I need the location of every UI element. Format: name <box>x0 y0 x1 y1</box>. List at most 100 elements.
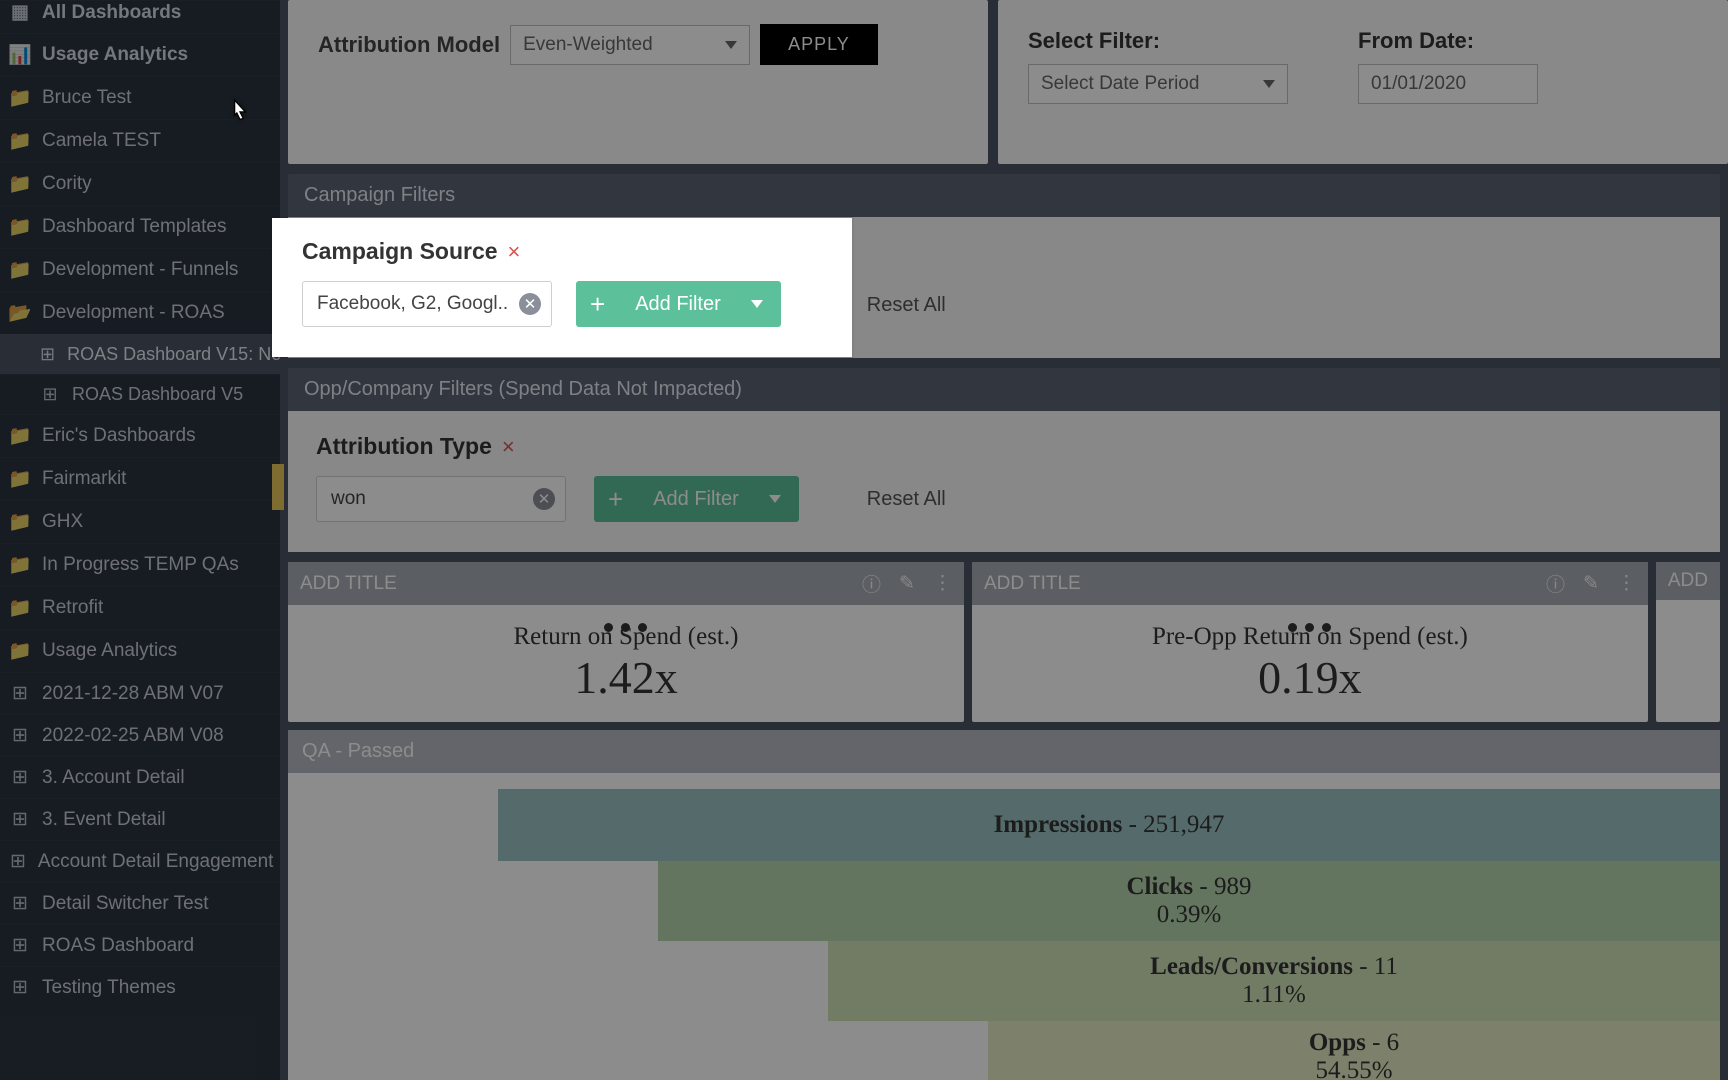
funnel-card: QA - Passed Impressions - 251,947 Clicks… <box>288 730 1720 1080</box>
date-period-value: Select Date Period <box>1041 73 1199 95</box>
sidebar-item-label: Eric's Dashboards <box>42 425 196 447</box>
chart-icon: 📊 <box>10 43 30 67</box>
sidebar-folder-in-progress-temp-qas[interactable]: 📁 In Progress TEMP QAs <box>0 543 280 586</box>
funnel-value: 6 <box>1387 1029 1400 1056</box>
opp-filters-body: Attribution Type × won ✕ + Add Filter Re… <box>288 411 1720 552</box>
sidebar-item-label: 2021-12-28 ABM V07 <box>42 683 224 705</box>
info-icon[interactable]: ⓘ <box>1546 570 1565 597</box>
loading-indicator <box>604 623 647 632</box>
chevron-down-icon <box>1263 80 1275 88</box>
kpi-value: 0.19x <box>1258 651 1362 704</box>
remove-filter-button[interactable]: × <box>508 239 521 265</box>
sidebar-folder-development-funnels[interactable]: 📁 Development - Funnels <box>0 248 280 291</box>
chevron-down-icon <box>751 300 763 308</box>
plus-icon: + <box>608 484 623 515</box>
funnel-body: Impressions - 251,947 Clicks - 989 0.39%… <box>288 773 1720 1080</box>
dashboard-icon: ⊞ <box>40 384 60 405</box>
sidebar-item-roas-v15[interactable]: ⊞ ROAS Dashboard V15: Ne... <box>0 334 280 374</box>
kpi-title[interactable]: ADD TITLE <box>984 573 1081 595</box>
select-filter-label: Select Filter: <box>1028 28 1288 54</box>
sidebar-item-label: ROAS Dashboard V5 <box>72 384 243 405</box>
sidebar-item-account-detail-engagement[interactable]: ⊞ Account Detail Engagement <box>0 840 280 882</box>
sidebar-item-label: Bruce Test <box>42 87 131 109</box>
attribution-type-chip: won <box>331 488 366 510</box>
funnel-pct: 54.55% <box>1315 1057 1392 1080</box>
sidebar-folder-usage-analytics-2[interactable]: 📁 Usage Analytics <box>0 629 280 672</box>
date-period-select[interactable]: Select Date Period <box>1028 64 1288 104</box>
sidebar-item-abm-v07[interactable]: ⊞ 2021-12-28 ABM V07 <box>0 672 280 714</box>
funnel-pct: 0.39% <box>1157 901 1222 929</box>
sidebar-item-label: In Progress TEMP QAs <box>42 554 239 576</box>
sidebar-folder-cority[interactable]: 📁 Cority <box>0 162 280 205</box>
folder-icon: 📁 <box>10 86 30 110</box>
campaign-filters-header: Campaign Filters <box>288 174 1720 217</box>
sidebar-folder-development-roas[interactable]: 📂 Development - ROAS <box>0 291 280 334</box>
apply-button[interactable]: APPLY <box>760 24 878 65</box>
from-date-input[interactable]: 01/01/2020 <box>1358 64 1538 104</box>
reset-all-link[interactable]: Reset All <box>867 488 946 511</box>
sidebar-item-label: Fairmarkit <box>42 468 126 490</box>
kpi-title[interactable]: ADD TITLE <box>300 573 397 595</box>
date-filter-card: Select Filter: Select Date Period From D… <box>998 0 1728 164</box>
more-icon[interactable]: ⋮ <box>933 572 952 595</box>
sidebar-item-label: Cority <box>42 173 92 195</box>
kpi-title[interactable]: ADD <box>1668 570 1708 592</box>
folder-icon: 📁 <box>10 215 30 239</box>
attribution-type-input[interactable]: won ✕ <box>316 476 566 522</box>
sidebar-folder-retrofit[interactable]: 📁 Retrofit <box>0 586 280 629</box>
sidebar-item-label: Development - Funnels <box>42 259 238 281</box>
loading-indicator <box>1288 623 1331 632</box>
funnel-row-impressions: Impressions - 251,947 <box>498 789 1720 861</box>
sidebar-item-abm-v08[interactable]: ⊞ 2022-02-25 ABM V08 <box>0 714 280 756</box>
funnel-pct: 1.11% <box>1242 981 1306 1009</box>
grid-icon: ▦ <box>10 1 30 24</box>
add-filter-label: Add Filter <box>635 293 721 316</box>
folder-icon: 📁 <box>10 596 30 620</box>
sidebar-folder-ghx[interactable]: 📁 GHX <box>0 500 280 543</box>
sidebar-item-label: Usage Analytics <box>42 44 188 66</box>
dashboard-icon: ⊞ <box>10 682 30 705</box>
main-content: Attribution Model Even-Weighted APPLY Se… <box>280 0 1728 1080</box>
sidebar-item-roas-dashboard[interactable]: ⊞ ROAS Dashboard <box>0 924 280 966</box>
opp-filters-header: Opp/Company Filters (Spend Data Not Impa… <box>288 368 1720 411</box>
clear-icon[interactable]: ✕ <box>519 293 541 315</box>
sidebar-item-usage-analytics[interactable]: 📊 Usage Analytics <box>0 33 280 76</box>
sidebar-item-roas-v5[interactable]: ⊞ ROAS Dashboard V5 <box>0 374 280 414</box>
sidebar-item-event-detail[interactable]: ⊞ 3. Event Detail <box>0 798 280 840</box>
edit-icon[interactable]: ✎ <box>1583 572 1599 595</box>
sidebar-item-account-detail[interactable]: ⊞ 3. Account Detail <box>0 756 280 798</box>
sidebar-item-testing-themes[interactable]: ⊞ Testing Themes <box>0 966 280 1008</box>
sidebar-item-label: 3. Event Detail <box>42 809 166 831</box>
funnel-row-leads: Leads/Conversions - 11 1.11% <box>828 941 1720 1021</box>
sidebar-item-detail-switcher-test[interactable]: ⊞ Detail Switcher Test <box>0 882 280 924</box>
add-filter-button[interactable]: + Add Filter <box>594 476 799 522</box>
sidebar-folder-fairmarkit[interactable]: 📁 Fairmarkit <box>0 457 280 500</box>
dashboard-icon: ⊞ <box>10 850 26 873</box>
reset-all-link[interactable]: Reset All <box>867 294 946 317</box>
add-filter-button[interactable]: + Add Filter <box>576 281 781 327</box>
funnel-value: 989 <box>1214 873 1252 900</box>
funnel-value: 251,947 <box>1143 811 1224 838</box>
edit-icon[interactable]: ✎ <box>899 572 915 595</box>
dashboard-icon: ⊞ <box>10 892 30 915</box>
dashboard-icon: ⊞ <box>40 344 55 365</box>
sidebar-folder-dashboard-templates[interactable]: 📁 Dashboard Templates <box>0 205 280 248</box>
sidebar-item-label: 3. Account Detail <box>42 767 185 789</box>
attribution-model-select[interactable]: Even-Weighted <box>510 25 750 65</box>
sidebar-item-label: Detail Switcher Test <box>42 893 209 915</box>
remove-filter-button[interactable]: × <box>502 434 515 460</box>
sidebar-item-all-dashboards[interactable]: ▦ All Dashboards <box>0 0 280 33</box>
drag-handle[interactable] <box>272 464 284 510</box>
campaign-source-chip: Facebook, G2, Googl.. <box>317 293 508 315</box>
info-icon[interactable]: ⓘ <box>862 570 881 597</box>
clear-icon[interactable]: ✕ <box>533 488 555 510</box>
funnel-row-opps: Opps - 6 54.55% <box>988 1021 1720 1080</box>
campaign-source-input[interactable]: Facebook, G2, Googl.. ✕ <box>302 281 552 327</box>
sidebar-folder-erics-dashboards[interactable]: 📁 Eric's Dashboards <box>0 414 280 457</box>
attribution-model-label: Attribution Model <box>318 32 500 58</box>
more-icon[interactable]: ⋮ <box>1617 572 1636 595</box>
folder-icon: 📁 <box>10 510 30 534</box>
folder-open-icon: 📂 <box>10 301 30 325</box>
funnel-header: QA - Passed <box>288 730 1720 773</box>
sidebar-item-label: Dashboard Templates <box>42 216 226 238</box>
